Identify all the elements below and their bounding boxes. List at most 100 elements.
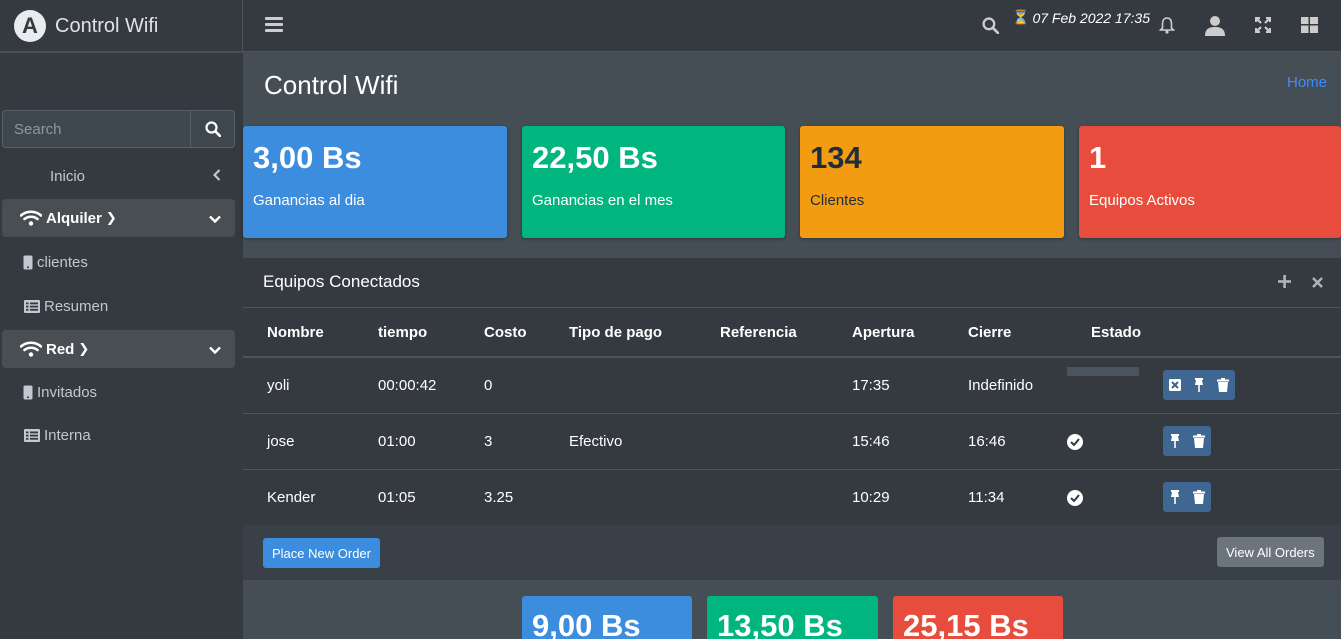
card-header: Equipos Conectados — [243, 258, 1341, 308]
column-header[interactable]: Tipo de pago — [545, 308, 696, 358]
place-new-order-button[interactable]: Place New Order — [263, 538, 380, 568]
mobile-icon — [22, 385, 34, 400]
cell-nombre: Kender — [243, 469, 354, 526]
close-session-icon[interactable] — [1169, 379, 1181, 392]
column-header[interactable]: Nombre — [243, 308, 354, 358]
mobile-icon — [22, 255, 34, 270]
bell-icon[interactable] — [1157, 10, 1177, 40]
trash-icon[interactable] — [1217, 378, 1229, 393]
sidebar-search-button[interactable] — [190, 110, 235, 148]
cell-costo: 0 — [460, 357, 545, 414]
stat-label: Ganancias en el mes — [532, 192, 673, 209]
collapse-plus-icon[interactable] — [1278, 272, 1291, 292]
cell-cierre: 16:46 — [944, 413, 1067, 470]
trash-icon[interactable] — [1193, 434, 1205, 448]
sidebar-item-label: Inicio — [50, 167, 86, 185]
cell-tipo — [545, 469, 696, 526]
sidebar-item-label: clientes — [37, 253, 88, 271]
sidebar-item-interna[interactable]: Interna — [2, 416, 235, 454]
column-header[interactable]: Referencia — [696, 308, 828, 358]
column-header[interactable]: Costo — [460, 308, 545, 358]
table-header-row: Nombre tiempo Costo Tipo de pago Referen… — [243, 308, 1341, 358]
pin-icon[interactable] — [1169, 490, 1181, 504]
brand-logo: A — [14, 10, 46, 42]
sidebar-item-clientes[interactable]: clientes — [2, 243, 235, 281]
cell-costo: 3 — [460, 413, 545, 470]
stat-value: 3,00 Bs — [253, 140, 362, 175]
table-row: yoli 00:00:42 0 17:35 Indefinido — [243, 357, 1341, 414]
column-header[interactable]: Apertura — [828, 308, 944, 358]
pin-icon[interactable] — [1193, 378, 1205, 393]
sidebar-search-input[interactable] — [2, 110, 190, 148]
stat-label: Equipos Activos — [1089, 192, 1195, 209]
sidebar-item-label: Interna — [44, 426, 91, 444]
sidebar-item-inicio[interactable]: Inicio — [2, 157, 235, 195]
cell-estado — [1067, 357, 1163, 414]
chevron-down-icon — [209, 341, 221, 358]
cell-tiempo: 01:00 — [354, 413, 460, 470]
grid-icon[interactable] — [1300, 10, 1318, 40]
menu-toggle-icon[interactable] — [265, 14, 283, 36]
list-icon — [24, 299, 40, 313]
check-circle-icon — [1067, 489, 1083, 506]
search-icon — [204, 121, 221, 137]
stat-box-ganancias-dia: 3,00 Bs Ganancias al dia — [243, 126, 507, 238]
equipos-table: Nombre tiempo Costo Tipo de pago Referen… — [243, 308, 1341, 526]
sidebar-item-label: Resumen — [44, 297, 109, 315]
stat-value: 134 — [810, 140, 862, 175]
sidebar-item-alquiler[interactable]: Alquiler ❯ — [2, 199, 235, 237]
hourglass-icon: ⏳ — [1012, 9, 1030, 25]
cell-nombre: jose — [243, 413, 354, 470]
cell-tiempo: 01:05 — [354, 469, 460, 526]
cell-estado — [1067, 413, 1163, 470]
expand-icon[interactable] — [1254, 10, 1272, 40]
cell-apertura: 17:35 — [828, 357, 944, 414]
stat-box-clientes: 134 Clientes — [800, 126, 1064, 238]
sidebar-item-label: Alquiler — [46, 209, 102, 227]
chevron-down-icon — [209, 210, 221, 227]
sidebar-search — [2, 110, 235, 148]
breadcrumb-home-link[interactable]: Home — [1287, 74, 1327, 91]
sidebar-item-label: Red — [46, 340, 75, 358]
bottom-stat-box: 9,00 Bs — [522, 596, 692, 639]
row-actions — [1163, 426, 1211, 456]
brand[interactable]: A Control Wifi — [0, 0, 243, 52]
cell-estado — [1067, 469, 1163, 526]
row-actions — [1163, 482, 1211, 512]
datetime-text: 07 Feb 2022 17:35 — [1032, 9, 1150, 26]
column-header[interactable]: Estado — [1067, 308, 1163, 358]
trash-icon[interactable] — [1193, 490, 1205, 504]
card-title: Equipos Conectados — [263, 272, 420, 291]
row-actions — [1163, 370, 1235, 401]
cell-cierre: 11:34 — [944, 469, 1067, 526]
stat-box-ganancias-mes: 22,50 Bs Ganancias en el mes — [522, 126, 785, 238]
sidebar-item-red[interactable]: Red ❯ — [2, 330, 235, 368]
stat-value: 25,15 Bs — [903, 608, 1029, 639]
brand-name: Control Wifi — [55, 14, 159, 37]
column-header[interactable]: Cierre — [944, 308, 1067, 358]
sidebar-item-label: Invitados — [37, 383, 98, 401]
cell-apertura: 15:46 — [828, 413, 944, 470]
close-icon[interactable] — [1312, 272, 1323, 292]
sidebar-item-resumen[interactable]: Resumen — [2, 287, 235, 325]
view-all-orders-button[interactable]: View All Orders — [1217, 537, 1324, 567]
chevron-right-icon: ❯ — [78, 341, 90, 356]
status-progress-bar — [1067, 367, 1139, 377]
stat-label: Ganancias al dia — [253, 192, 365, 209]
table-row: jose 01:00 3 Efectivo 15:46 16:46 — [243, 413, 1341, 470]
cell-tiempo: 00:00:42 — [354, 357, 460, 414]
cell-cierre: Indefinido — [944, 357, 1067, 414]
search-icon[interactable] — [980, 10, 1000, 40]
chevron-right-icon: ❯ — [105, 210, 117, 225]
user-icon[interactable] — [1204, 10, 1226, 40]
stat-box-equipos-activos: 1 Equipos Activos — [1079, 126, 1341, 238]
wifi-icon — [20, 210, 42, 226]
bottom-stat-box: 13,50 Bs — [707, 596, 878, 639]
chevron-left-icon — [212, 168, 221, 185]
stat-value: 9,00 Bs — [532, 608, 641, 639]
sidebar: Inicio Alquiler ❯ clientes Resumen Red ❯… — [0, 53, 243, 639]
pin-icon[interactable] — [1169, 434, 1181, 448]
sidebar-item-invitados[interactable]: Invitados — [2, 373, 235, 411]
cell-referencia — [696, 413, 828, 470]
column-header[interactable]: tiempo — [354, 308, 460, 358]
